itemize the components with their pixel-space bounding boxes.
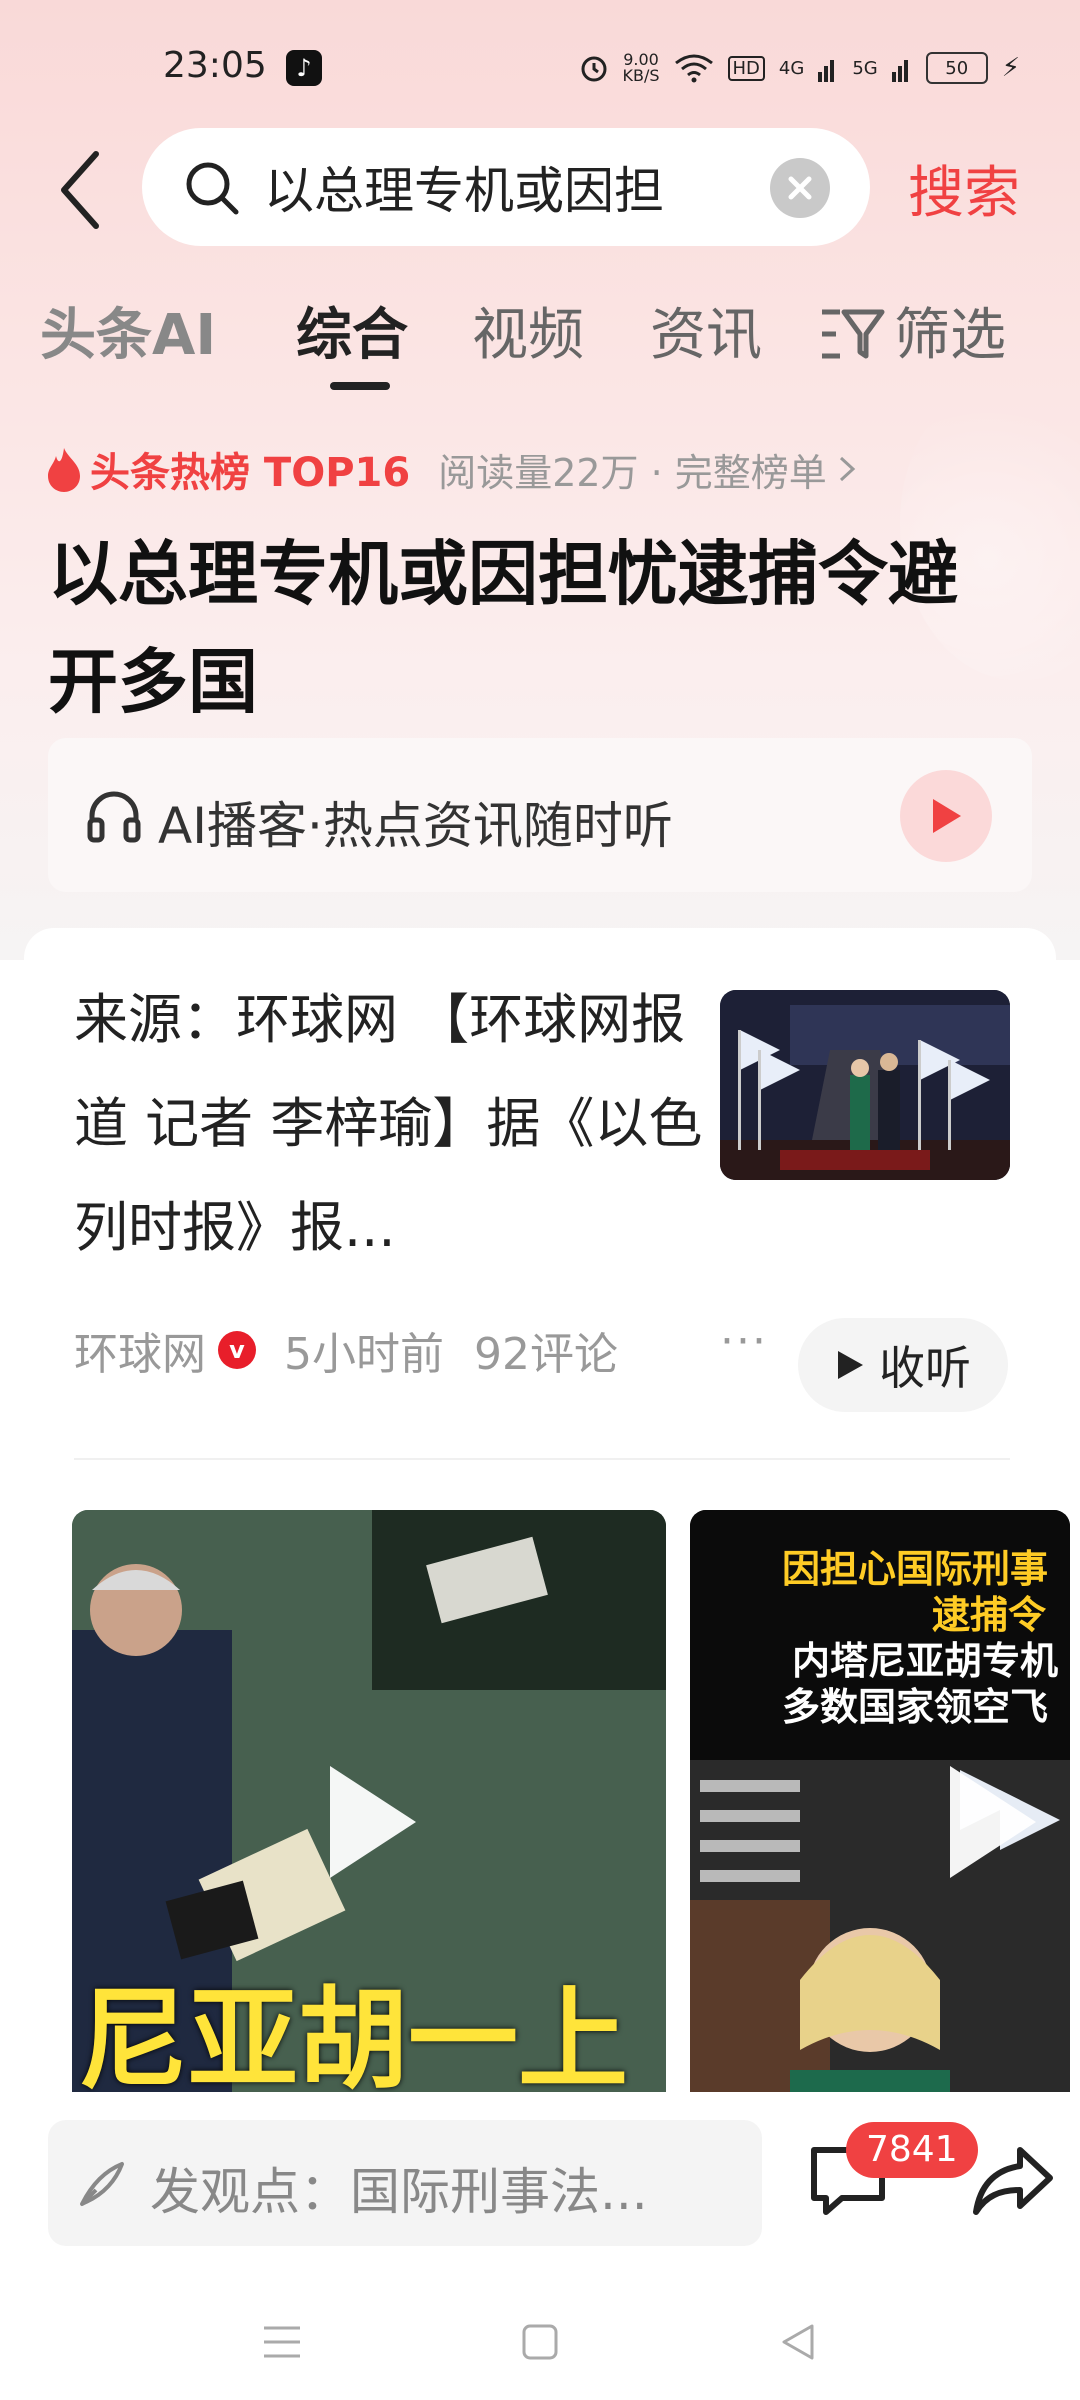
- chevron-right-icon: [839, 456, 856, 482]
- back-button[interactable]: [50, 150, 110, 230]
- article-source[interactable]: 环球网: [74, 1318, 206, 1382]
- battery-indicator: 50: [925, 52, 988, 84]
- back-icon[interactable]: [778, 2322, 818, 2362]
- hot-list-label: 头条热榜 TOP16: [90, 450, 411, 496]
- clear-icon: [788, 176, 812, 200]
- comment-count-badge: 7841: [846, 2122, 978, 2178]
- video-caption-2-line2: 逮捕令: [932, 1593, 1047, 1637]
- hot-list-meta: 阅读量22万 · 完整榜单: [438, 450, 827, 495]
- back-arrow-icon: [61, 151, 99, 229]
- tab-comprehensive[interactable]: 综合: [296, 290, 408, 371]
- status-time: 23:05: [163, 45, 267, 86]
- listen-label: 收听: [879, 1341, 971, 1395]
- comment-placeholder: 发观点：国际刑事法...: [150, 2163, 648, 2221]
- clear-search-button[interactable]: [770, 158, 830, 218]
- tab-filter[interactable]: 筛选: [820, 290, 1006, 371]
- signal-icon-1: [818, 60, 835, 82]
- play-icon: [933, 799, 961, 833]
- fire-icon: [48, 448, 80, 492]
- search-tabs: 头条AI 综合 视频 资讯 筛选: [40, 290, 1060, 390]
- tab-filter-label: 筛选: [894, 303, 1006, 368]
- video-caption-2-line3: 内塔尼亚胡专机: [792, 1639, 1059, 1683]
- verified-icon: v: [218, 1331, 256, 1369]
- share-icon[interactable]: [972, 2144, 1056, 2218]
- search-input[interactable]: [262, 148, 786, 226]
- video-caption-1: 尼亚胡一上: [78, 1976, 628, 2104]
- network-speed: 9.00 KB/S: [623, 52, 660, 84]
- article-thumbnail[interactable]: [720, 990, 1010, 1180]
- search-icon: [186, 162, 239, 215]
- menu-icon[interactable]: [262, 2322, 302, 2362]
- filter-icon: [822, 309, 885, 359]
- tiktok-notification-icon: ♪: [286, 50, 322, 86]
- tab-video[interactable]: 视频: [472, 290, 584, 371]
- topic-headline[interactable]: 以总理专机或因担忧逮捕令避开多国: [48, 520, 1008, 736]
- charging-icon: ⚡: [1001, 53, 1020, 83]
- video-play-icon-2: [950, 1766, 1036, 1878]
- home-icon[interactable]: [520, 2322, 560, 2362]
- comment-input[interactable]: 发观点：国际刑事法...: [48, 2120, 762, 2246]
- play-icon: [838, 1351, 863, 1379]
- system-nav-bar: [0, 2300, 1080, 2400]
- article-time: 5小时前: [284, 1329, 444, 1380]
- tab-toutiao-ai[interactable]: 头条AI: [40, 290, 216, 371]
- video-caption-2: 因担心国际刑事 逮捕令 内塔尼亚胡专机 多数国家领空飞: [782, 1546, 1070, 1730]
- article-meta: 环球网 v 5小时前 92评论: [74, 1318, 618, 1382]
- article-card: 来源：环球网 【环球网报道 记者 李梓瑜】据《以色列时报》报... 环球网 v …: [24, 928, 1070, 2130]
- ai-podcast-bar[interactable]: AI播客·热点资讯随时听: [48, 738, 1032, 892]
- article-snippet[interactable]: 来源：环球网 【环球网报道 记者 李梓瑜】据《以色列时报》报...: [74, 968, 714, 1280]
- bottom-bar: 发观点：国际刑事法... 7841: [0, 2092, 1080, 2400]
- video-caption-2-line1: 因担心国际刑事: [782, 1547, 1049, 1591]
- tab-news[interactable]: 资讯: [650, 290, 762, 371]
- network-4g: 4G: [778, 57, 805, 79]
- active-tab-indicator: [330, 382, 390, 390]
- article-comments[interactable]: 92评论: [474, 1318, 618, 1382]
- status-bar: 23:05 ♪ 9.00 KB/S HD 4G 5G 50 ⚡: [0, 0, 1080, 130]
- signal-icon-2: [891, 60, 908, 82]
- pen-icon: [80, 2162, 124, 2206]
- video-play-icon-1: [330, 1766, 416, 1878]
- divider: [74, 1458, 1010, 1460]
- video-caption-2-line4: 多数国家领空飞: [782, 1685, 1049, 1729]
- headphones-icon: [87, 791, 141, 843]
- hot-list-row[interactable]: 头条热榜 TOP16 阅读量22万 · 完整榜单: [46, 440, 857, 498]
- search-box[interactable]: [142, 128, 870, 246]
- video-thumbnail-2[interactable]: 因担心国际刑事 逮捕令 内塔尼亚胡专机 多数国家领空飞: [690, 1510, 1070, 2130]
- more-icon[interactable]: ···: [720, 1316, 768, 1367]
- podcast-play-button[interactable]: [900, 770, 992, 862]
- battery-level: 50: [945, 57, 969, 79]
- hd-indicator: HD: [727, 55, 765, 81]
- video-thumbnail-1[interactable]: 尼亚胡一上: [72, 1510, 666, 2130]
- search-button[interactable]: 搜索: [908, 148, 1020, 229]
- listen-button[interactable]: 收听: [798, 1318, 1008, 1412]
- wifi-icon: [674, 54, 713, 83]
- alarm-icon: [581, 56, 606, 82]
- podcast-label: AI播客·热点资讯随时听: [158, 797, 673, 855]
- status-icons: 9.00 KB/S HD 4G 5G 50 ⚡: [579, 48, 1020, 88]
- network-speed-unit: KB/S: [622, 66, 660, 85]
- network-5g: 5G: [852, 57, 878, 79]
- thumbnail-image: [720, 990, 1010, 1180]
